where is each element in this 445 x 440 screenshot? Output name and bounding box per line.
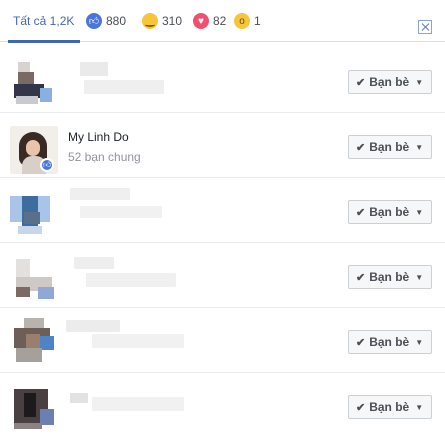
list-item: ✔ Bạn bè ▼ — [0, 308, 445, 373]
friend-status-label: Bạn bè — [369, 140, 410, 154]
list-item: ✔ Bạn bè ▼ — [0, 243, 445, 308]
caret-down-icon: ▼ — [415, 77, 424, 87]
tab-wow[interactable]: o 1 — [234, 0, 261, 42]
blurred-name — [70, 188, 130, 200]
friend-status-label: Bạn bè — [369, 400, 410, 414]
friend-status-button[interactable]: ✔ Bạn bè ▼ — [348, 395, 432, 419]
check-icon: ✔ — [356, 76, 366, 89]
user-name[interactable]: My Linh Do — [68, 130, 129, 144]
active-tab-indicator — [8, 40, 80, 43]
friend-status-label: Bạn bè — [369, 335, 410, 349]
blurred-mutual — [92, 334, 184, 348]
close-icon[interactable] — [418, 20, 432, 34]
caret-down-icon: ▼ — [415, 207, 424, 217]
friend-status-button[interactable]: ✔ Bạn bè ▼ — [348, 70, 432, 94]
blurred-name — [70, 393, 88, 403]
blurred-name — [74, 257, 114, 269]
friend-status-button[interactable]: ✔ Bạn bè ▼ — [348, 200, 432, 224]
caret-down-icon: ▼ — [415, 142, 424, 152]
avatar[interactable] — [10, 253, 58, 301]
caret-down-icon: ▼ — [415, 337, 424, 347]
tab-haha[interactable]: ‿ 310 — [142, 0, 182, 42]
blurred-mutual — [80, 206, 162, 218]
friend-status-label: Bạn bè — [369, 75, 410, 89]
avatar[interactable] — [10, 58, 58, 106]
avatar[interactable] — [10, 383, 58, 431]
wow-icon: o — [234, 13, 250, 29]
list-item: ✔ Bạn bè ▼ — [0, 178, 445, 243]
tab-like[interactable]: 👍︎ 880 — [86, 0, 126, 42]
caret-down-icon: ▼ — [415, 402, 424, 412]
list-item: ✔ Bạn bè ▼ — [0, 48, 445, 113]
friend-status-button[interactable]: ✔ Bạn bè ▼ — [348, 330, 432, 354]
friend-status-button[interactable]: ✔ Bạn bè ▼ — [348, 135, 432, 159]
friend-status-label: Bạn bè — [369, 270, 410, 284]
like-badge-icon: 👍︎ — [40, 158, 54, 172]
reactions-tab-bar: Tất cả 1,2K 👍︎ 880 ‿ 310 ♥ 82 o 1 — [0, 0, 445, 43]
like-icon: 👍︎ — [86, 13, 102, 29]
check-icon: ✔ — [356, 401, 366, 414]
blurred-mutual — [84, 80, 164, 94]
friend-status-button[interactable]: ✔ Bạn bè ▼ — [348, 265, 432, 289]
tab-all[interactable]: Tất cả 1,2K — [13, 0, 74, 42]
caret-down-icon: ▼ — [415, 272, 424, 282]
avatar[interactable] — [10, 188, 58, 236]
blurred-mutual — [92, 397, 184, 411]
love-icon: ♥ — [193, 13, 209, 29]
check-icon: ✔ — [356, 206, 366, 219]
tab-love-count: 82 — [213, 14, 227, 28]
mutual-friends[interactable]: 52 bạn chung — [68, 150, 141, 164]
tab-love[interactable]: ♥ 82 — [193, 0, 226, 42]
avatar[interactable] — [10, 318, 58, 366]
tab-like-count: 880 — [106, 14, 127, 28]
blurred-mutual — [86, 273, 176, 287]
list-item: ✔ Bạn bè ▼ — [0, 373, 445, 440]
check-icon: ✔ — [356, 271, 366, 284]
avatar-face — [26, 140, 40, 156]
tab-all-label: Tất cả 1,2K — [13, 14, 75, 28]
blurred-name — [66, 320, 120, 332]
blurred-name — [80, 62, 108, 76]
haha-icon: ‿ — [142, 13, 158, 29]
check-icon: ✔ — [356, 336, 366, 349]
friend-status-label: Bạn bè — [369, 205, 410, 219]
tab-wow-count: 1 — [254, 14, 261, 28]
check-icon: ✔ — [356, 141, 366, 154]
tab-haha-count: 310 — [162, 14, 183, 28]
